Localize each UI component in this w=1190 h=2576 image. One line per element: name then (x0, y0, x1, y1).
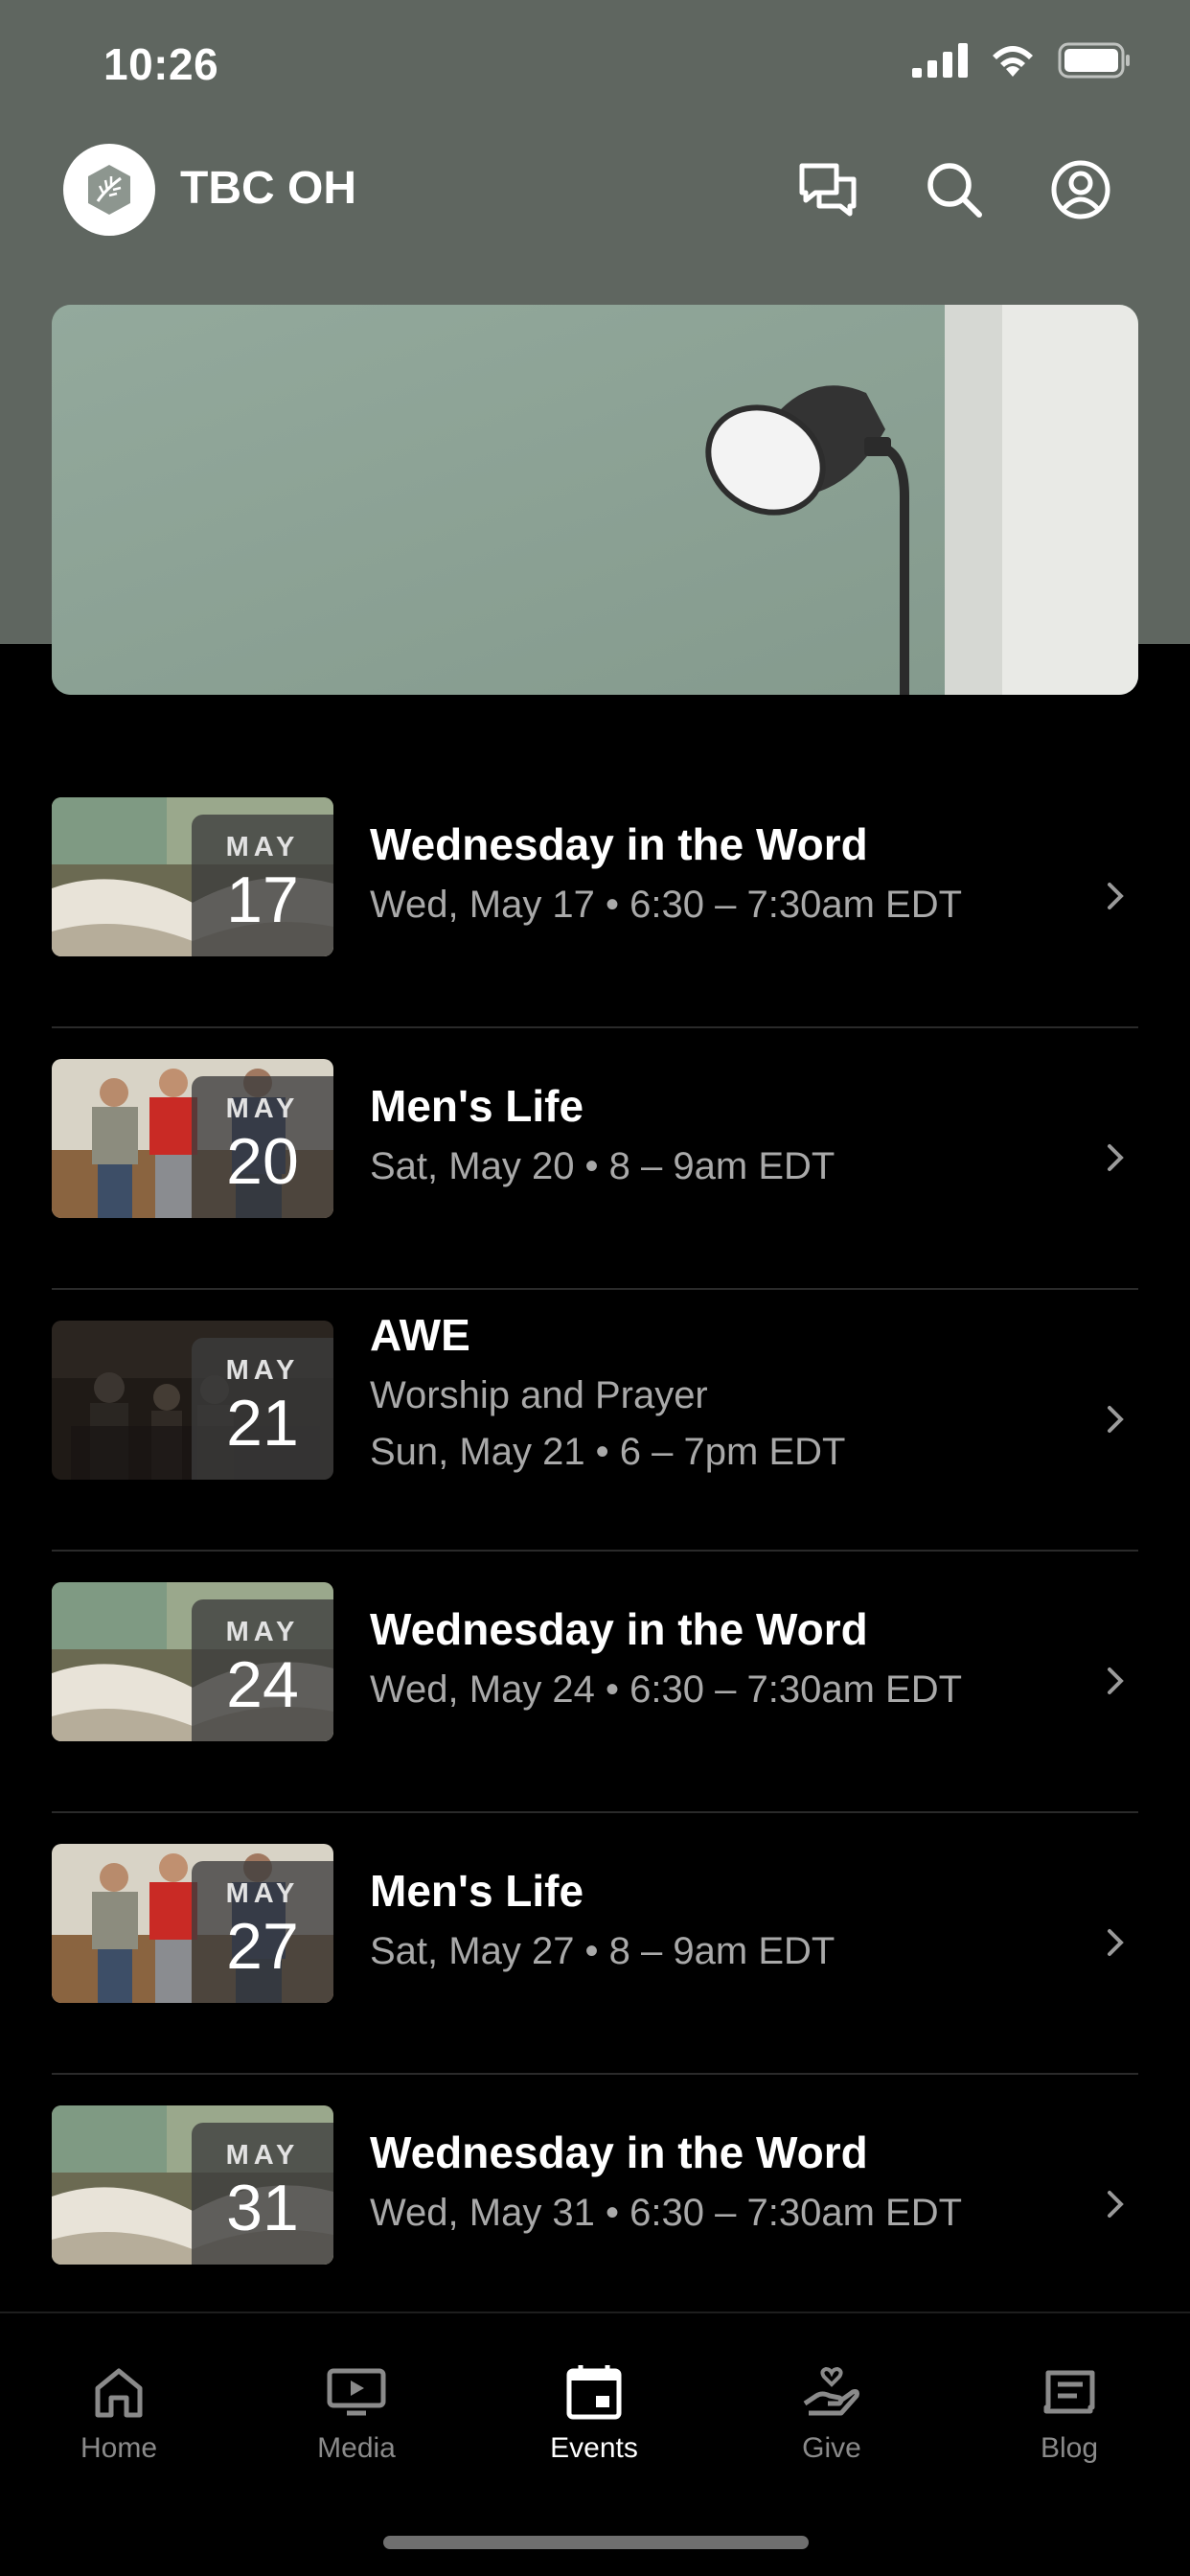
profile-button[interactable] (1046, 155, 1115, 224)
event-text: Wednesday in the Word Wed, May 24 • 6:30 … (370, 1603, 1081, 1712)
date-day: 24 (226, 1648, 299, 1721)
event-thumbnail: MAY 17 (52, 797, 333, 956)
events-list: MAY 17 Wednesday in the Word Wed, May 17 • … (52, 767, 1138, 2336)
home-indicator (383, 2536, 809, 2549)
app-header: TBC OH (0, 139, 1190, 244)
events-banner-image (52, 305, 1138, 695)
event-datetime: Sat, May 20 • 8 – 9am EDT (370, 1145, 835, 1187)
status-time: 10:26 (103, 39, 219, 89)
date-badge: MAY 27 (192, 1861, 333, 2003)
search-button[interactable] (920, 155, 989, 224)
event-datetime: Wed, May 24 • 6:30 – 7:30am EDT (370, 1668, 963, 1711)
tab-blog-label: Blog (1040, 2432, 1099, 2464)
search-icon (927, 163, 982, 218)
tab-media[interactable]: Media (261, 2361, 452, 2465)
event-text: Men's Life Sat, May 20 • 8 – 9am EDT (370, 1080, 1081, 1188)
date-month: MAY (225, 1355, 300, 1386)
event-datetime: Sun, May 21 • 6 – 7pm EDT (370, 1431, 846, 1473)
date-badge: MAY 31 (192, 2123, 333, 2265)
date-day: 20 (226, 1125, 299, 1198)
date-day: 27 (226, 1910, 299, 1983)
chevron-right-icon (1108, 2191, 1124, 2218)
messages-button[interactable] (793, 155, 862, 224)
tab-events[interactable]: Events (498, 2361, 690, 2465)
chevron-right-icon (1108, 1406, 1124, 1433)
event-datetime: Sat, May 27 • 8 – 9am EDT (370, 1930, 835, 1972)
event-title: Men's Life (370, 1081, 584, 1131)
date-month: MAY (225, 832, 300, 862)
event-row[interactable]: MAY 21 AWE Worship and Prayer Sun, May 21 • … (52, 1290, 1138, 1552)
event-text: Men's Life Sat, May 27 • 8 – 9am EDT (370, 1865, 1081, 1973)
status-bar: 10:26 (0, 0, 1190, 134)
event-title: Wednesday in the Word (370, 1604, 868, 1654)
event-text: AWE Worship and Prayer Sun, May 21 • 6 – 7… (370, 1309, 1081, 1474)
event-row[interactable]: MAY 17 Wednesday in the Word Wed, May 17 • … (52, 767, 1138, 1028)
event-text: Wednesday in the Word Wed, May 31 • 6:30 … (370, 2127, 1081, 2235)
date-day: 17 (226, 863, 299, 936)
date-badge: MAY 21 (192, 1338, 333, 1480)
date-day: 31 (226, 2172, 299, 2244)
chevron-right-icon (1108, 1668, 1124, 1694)
event-datetime: Wed, May 17 • 6:30 – 7:30am EDT (370, 884, 963, 926)
chat-icon (799, 163, 857, 217)
event-row[interactable]: MAY 31 Wednesday in the Word Wed, May 31 • … (52, 2075, 1138, 2336)
event-thumbnail: MAY 31 (52, 2105, 333, 2265)
tab-home[interactable]: Home (23, 2361, 215, 2465)
event-datetime: Wed, May 31 • 6:30 – 7:30am EDT (370, 2192, 963, 2234)
event-thumbnail: MAY 21 (52, 1321, 333, 1480)
chevron-right-icon (1108, 1929, 1124, 1956)
event-title: Men's Life (370, 1866, 584, 1916)
tab-blog[interactable]: Blog (973, 2361, 1165, 2465)
event-row[interactable]: MAY 24 Wednesday in the Word Wed, May 24 • … (52, 1552, 1138, 1813)
event-thumbnail: MAY 27 (52, 1844, 333, 2003)
wifi-icon (993, 46, 1033, 77)
event-row[interactable]: MAY 20 Men's Life Sat, May 20 • 8 – 9am EDT (52, 1028, 1138, 1290)
church-logo[interactable] (63, 144, 155, 236)
date-month: MAY (225, 2140, 300, 2171)
tab-give-label: Give (802, 2432, 861, 2464)
calendar-icon (566, 2365, 622, 2420)
date-day: 21 (226, 1387, 299, 1460)
tab-home-label: Home (80, 2432, 158, 2464)
status-icons (912, 42, 1131, 79)
tab-media-label: Media (317, 2432, 396, 2464)
date-badge: MAY 20 (192, 1076, 333, 1218)
account-icon (1051, 160, 1110, 219)
event-thumbnail: MAY 24 (52, 1582, 333, 1741)
date-month: MAY (225, 1617, 300, 1647)
signal-icon (912, 43, 968, 78)
chevron-right-icon (1108, 883, 1124, 909)
home-icon (95, 2368, 143, 2418)
leaf-logo-icon (88, 165, 130, 215)
event-row[interactable]: MAY 27 Men's Life Sat, May 27 • 8 – 9am EDT (52, 1813, 1138, 2075)
event-thumbnail: MAY 20 (52, 1059, 333, 1218)
date-badge: MAY 24 (192, 1599, 333, 1741)
tab-events-label: Events (550, 2432, 638, 2464)
tab-give[interactable]: Give (736, 2361, 927, 2465)
event-text: Wednesday in the Word Wed, May 17 • 6:30 … (370, 818, 1081, 927)
event-subtitle: Worship and Prayer (370, 1374, 708, 1416)
give-icon (803, 2366, 859, 2416)
chevron-right-icon (1108, 1144, 1124, 1171)
event-title: Wednesday in the Word (370, 2128, 868, 2177)
app-title: TBC OH (180, 163, 356, 214)
event-title: Wednesday in the Word (370, 819, 868, 869)
date-month: MAY (225, 1093, 300, 1124)
blog-icon (1043, 2370, 1095, 2414)
date-month: MAY (225, 1878, 300, 1909)
event-title: AWE (370, 1310, 470, 1360)
battery-icon (1058, 42, 1130, 79)
date-badge: MAY 17 (192, 815, 333, 956)
media-icon (327, 2368, 386, 2416)
lamp-banner-illustration (52, 305, 1138, 695)
